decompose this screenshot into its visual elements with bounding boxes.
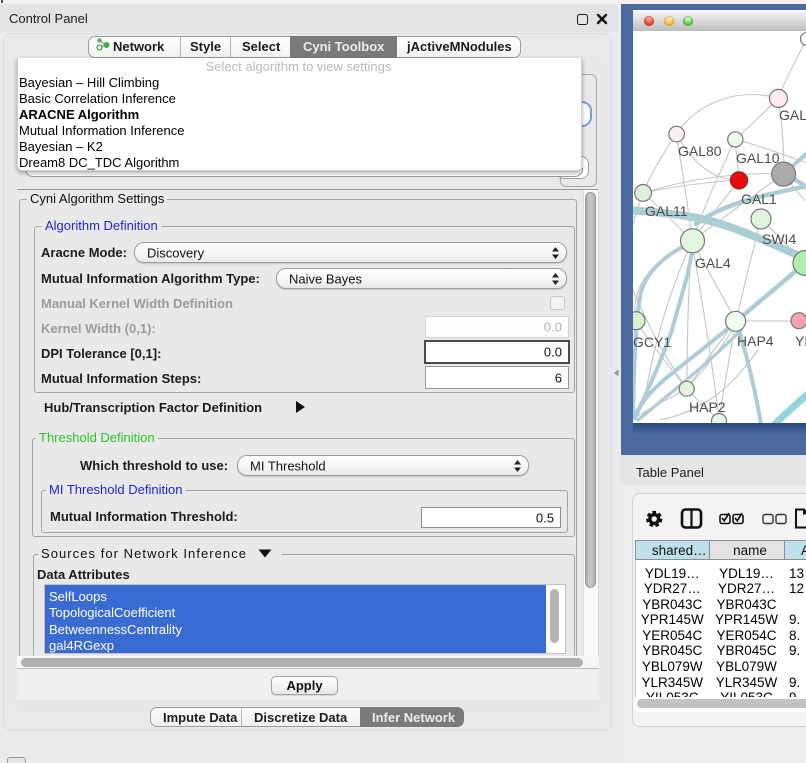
svg-text:SWI4: SWI4: [762, 231, 796, 247]
svg-text:GAL1: GAL1: [741, 191, 777, 207]
svg-text:GCY1: GCY1: [633, 334, 671, 350]
svg-text:GAL2: GAL2: [779, 107, 806, 123]
svg-text:YD: YD: [795, 333, 806, 349]
svg-text:GAL10: GAL10: [736, 150, 780, 166]
svg-text:HAP2: HAP2: [689, 399, 726, 415]
svg-text:HAP4: HAP4: [737, 333, 774, 349]
svg-text:GAL80: GAL80: [678, 143, 722, 159]
svg-text:GAL4: GAL4: [695, 255, 731, 271]
svg-text:GAL11: GAL11: [645, 203, 688, 219]
